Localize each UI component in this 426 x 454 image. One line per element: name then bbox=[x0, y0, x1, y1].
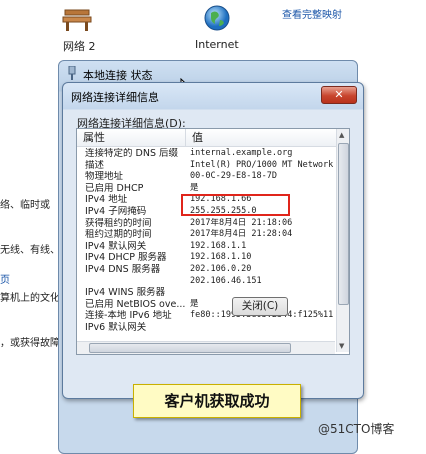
value-cell: 202.106.46.151 bbox=[190, 275, 262, 286]
internet-label[interactable]: Internet bbox=[195, 38, 239, 51]
full-map-link[interactable]: 查看完整映射 bbox=[282, 6, 342, 21]
property-cell: 已启用 DHCP bbox=[85, 182, 144, 194]
table-row[interactable]: 物理地址 00-0C-29-E8-18-7D bbox=[77, 171, 336, 183]
value-cell: 192.168.1.10 bbox=[190, 252, 252, 263]
network-bench-icon bbox=[62, 9, 92, 31]
table-row[interactable]: 描述 Intel(R) PRO/1000 MT Network C bbox=[77, 160, 336, 172]
bg-text-3: 算机上的文化 bbox=[0, 293, 60, 304]
horizontal-scroll-thumb[interactable] bbox=[89, 343, 291, 353]
property-cell: IPv4 DNS 服务器 bbox=[85, 264, 161, 275]
column-header-value[interactable]: 值 bbox=[186, 129, 342, 147]
property-cell: IPv4 默认网关 bbox=[85, 240, 147, 252]
details-window[interactable]: 网络连接详细信息 ✕ 网络连接详细信息(D): 属性 值 连接特定的 DNS 后… bbox=[62, 82, 364, 399]
property-cell: IPv4 DHCP 服务器 bbox=[85, 252, 167, 264]
property-cell: 连接特定的 DNS 后缀 bbox=[85, 148, 178, 159]
network-label[interactable]: 网络 2 bbox=[63, 38, 96, 54]
value-cell: 2017年8月4日 21:28:04 bbox=[190, 229, 293, 240]
network-map-strip: 网络 2 Internet 查看完整映射 bbox=[0, 0, 426, 58]
property-cell: 连接-本地 IPv6 地址 bbox=[85, 310, 172, 322]
close-button[interactable]: 关闭(C) bbox=[232, 297, 288, 316]
table-row[interactable]: 已启用 NetBIOS ove... 是 bbox=[77, 299, 336, 311]
property-cell: 租约过期的时间 bbox=[85, 229, 152, 241]
property-cell: 获得租约的时间 bbox=[85, 217, 152, 229]
vertical-scroll-thumb[interactable] bbox=[338, 143, 349, 305]
bg-text-1: 络、临时或 bbox=[0, 200, 50, 211]
table-row[interactable]: IPv4 DNS 服务器 202.106.0.20 bbox=[77, 264, 336, 276]
internet-globe-icon bbox=[204, 5, 230, 31]
scroll-up-arrow-icon[interactable]: ▲ bbox=[339, 131, 344, 139]
table-row[interactable]: IPv4 DHCP 服务器 192.168.1.10 bbox=[77, 252, 336, 264]
value-cell: 00-0C-29-E8-18-7D bbox=[190, 171, 277, 182]
window-close-button[interactable]: ✕ bbox=[321, 86, 357, 104]
bg-text-4: ，或获得故障 bbox=[0, 338, 60, 349]
horizontal-scrollbar[interactable] bbox=[77, 341, 335, 354]
details-window-title: 网络连接详细信息 bbox=[71, 91, 159, 104]
property-cell: IPv4 WINS 服务器 bbox=[85, 287, 166, 299]
property-cell: 物理地址 bbox=[85, 171, 124, 183]
table-row[interactable]: IPv6 默认网关 bbox=[77, 322, 336, 334]
table-row[interactable]: 连接-本地 IPv6 地址fe80::1995:3e03:2344:f125%1… bbox=[77, 310, 336, 322]
column-header-property[interactable]: 属性 bbox=[77, 129, 186, 147]
table-row[interactable]: IPv4 默认网关 192.168.1.1 bbox=[77, 241, 336, 253]
table-row[interactable]: 获得租约的时间 2017年8月4日 21:18:06 bbox=[77, 218, 336, 230]
scroll-down-arrow-icon[interactable]: ▼ bbox=[339, 342, 344, 350]
table-row[interactable]: 202.106.46.151 bbox=[77, 276, 336, 288]
table-row[interactable]: 已启用 DHCP 是 bbox=[77, 183, 336, 195]
details-list[interactable]: 属性 值 连接特定的 DNS 后缀 internal.example.org 描述 I… bbox=[76, 128, 350, 355]
bg-link-1[interactable]: 页 bbox=[0, 271, 10, 286]
status-window-title: 本地连接 状态 bbox=[83, 69, 153, 82]
bg-text-2: 无线、有线、 bbox=[0, 245, 60, 256]
property-cell: 已启用 NetBIOS ove... bbox=[85, 298, 185, 310]
property-cell: IPv4 地址 bbox=[85, 194, 128, 206]
value-cell: 2017年8月4日 21:18:06 bbox=[190, 217, 293, 228]
table-row[interactable]: IPv4 WINS 服务器 bbox=[77, 287, 336, 299]
value-cell: internal.example.org bbox=[190, 148, 293, 158]
value-cell: 192.168.1.1 bbox=[190, 240, 247, 251]
property-cell: 描述 bbox=[85, 159, 105, 171]
property-cell: IPv4 子网掩码 bbox=[85, 206, 147, 217]
watermark: @51CTO博客 bbox=[318, 422, 395, 436]
property-cell: IPv6 默认网关 bbox=[85, 322, 147, 333]
network-adapter-icon bbox=[68, 66, 76, 80]
table-row[interactable]: 租约过期的时间 2017年8月4日 21:28:04 bbox=[77, 229, 336, 241]
value-cell: Intel(R) PRO/1000 MT Network C bbox=[190, 159, 336, 170]
vertical-scrollbar[interactable]: ▲ ▼ bbox=[336, 129, 349, 352]
value-cell: 202.106.0.20 bbox=[190, 264, 252, 274]
value-cell: 是 bbox=[190, 182, 199, 193]
ipv4-highlight-box bbox=[181, 194, 290, 216]
caption-callout: 客户机获取成功 bbox=[133, 384, 301, 418]
table-row[interactable]: 连接特定的 DNS 后缀 internal.example.org bbox=[77, 148, 336, 160]
